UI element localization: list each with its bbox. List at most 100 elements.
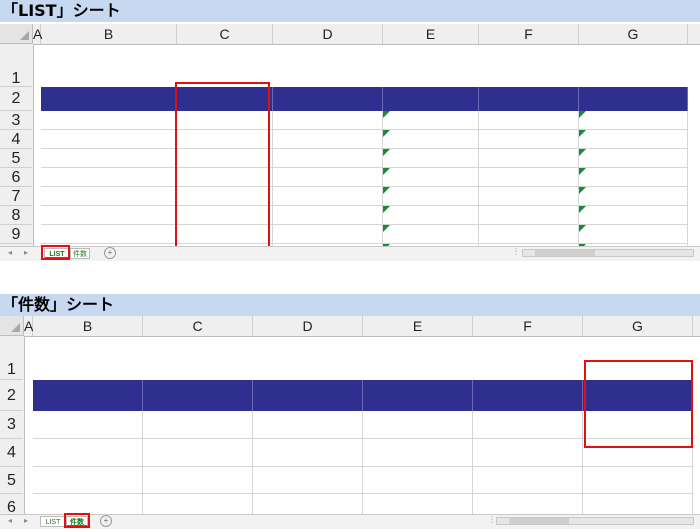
column-header-c[interactable]: C xyxy=(177,24,273,44)
select-all-corner-count[interactable] xyxy=(0,316,24,336)
empty-cell[interactable] xyxy=(253,494,363,514)
row-header-5[interactable]: 5 xyxy=(0,149,32,168)
column-header-g[interactable]: G xyxy=(583,316,693,336)
tab-scroll-right-icon-count[interactable]: ▸ xyxy=(24,516,28,525)
table-cell[interactable] xyxy=(579,206,688,225)
add-sheet-icon-count[interactable]: + xyxy=(100,515,112,527)
table-cell[interactable] xyxy=(177,225,273,244)
table-cell[interactable] xyxy=(479,168,579,187)
tab-scroll-left-icon[interactable]: ◂ xyxy=(8,248,12,257)
table-cell[interactable] xyxy=(273,206,383,225)
tab-count[interactable]: 件数 xyxy=(70,248,90,259)
table-cell[interactable] xyxy=(383,225,479,244)
table-cell[interactable] xyxy=(479,206,579,225)
tab-scroll-left-icon-count[interactable]: ◂ xyxy=(8,516,12,525)
tab-count-active[interactable]: 件数 xyxy=(66,516,88,527)
table-cell[interactable] xyxy=(579,149,688,168)
empty-cell[interactable] xyxy=(33,494,143,514)
tab-list[interactable]: LIST xyxy=(44,248,70,259)
empty-cell[interactable] xyxy=(33,467,143,494)
table-cell[interactable] xyxy=(383,130,479,149)
table-cell[interactable] xyxy=(383,168,479,187)
table-cell[interactable] xyxy=(473,411,583,439)
table-cell[interactable] xyxy=(579,168,688,187)
table-cell[interactable] xyxy=(273,168,383,187)
empty-cell[interactable] xyxy=(363,494,473,514)
table-cell[interactable] xyxy=(177,111,273,130)
table-cell[interactable] xyxy=(579,130,688,149)
table-cell[interactable] xyxy=(177,187,273,206)
table-cell[interactable] xyxy=(273,130,383,149)
table-cell[interactable] xyxy=(579,111,688,130)
empty-cell[interactable] xyxy=(473,467,583,494)
table-cell[interactable] xyxy=(363,411,473,439)
horizontal-scrollbar[interactable] xyxy=(522,249,694,257)
table-cell[interactable] xyxy=(383,206,479,225)
table-cell[interactable] xyxy=(383,187,479,206)
table-cell[interactable] xyxy=(177,130,273,149)
column-header-d[interactable]: D xyxy=(273,24,383,44)
row-header-1[interactable]: 1 xyxy=(0,336,23,380)
table-cell[interactable] xyxy=(177,206,273,225)
table-cell[interactable] xyxy=(273,111,383,130)
empty-cell[interactable] xyxy=(583,467,693,494)
column-header-e[interactable]: E xyxy=(383,24,479,44)
table-cell[interactable] xyxy=(41,187,177,206)
table-cell[interactable] xyxy=(41,168,177,187)
row-header-5[interactable]: 5 xyxy=(0,467,23,494)
table-cell[interactable] xyxy=(583,439,693,467)
table-cell[interactable] xyxy=(579,225,688,244)
row-header-1[interactable]: 1 xyxy=(0,44,32,87)
column-header-e[interactable]: E xyxy=(363,316,473,336)
table-cell[interactable] xyxy=(273,225,383,244)
column-header-f[interactable]: F xyxy=(473,316,583,336)
table-cell[interactable] xyxy=(479,149,579,168)
column-header-c[interactable]: C xyxy=(143,316,253,336)
empty-cell[interactable] xyxy=(253,467,363,494)
row-header-8[interactable]: 8 xyxy=(0,206,32,225)
table-cell[interactable] xyxy=(363,439,473,467)
empty-cell[interactable] xyxy=(473,494,583,514)
column-header-f[interactable]: F xyxy=(479,24,579,44)
row-header-4[interactable]: 4 xyxy=(0,439,23,467)
table-cell[interactable] xyxy=(177,149,273,168)
table-cell[interactable] xyxy=(41,111,177,130)
column-header-b[interactable]: B xyxy=(41,24,177,44)
table-cell[interactable] xyxy=(41,225,177,244)
row-header-3[interactable]: 3 xyxy=(0,111,32,130)
table-cell[interactable] xyxy=(273,187,383,206)
tab-list-count[interactable]: LIST xyxy=(40,516,66,527)
horizontal-scrollbar-count[interactable] xyxy=(496,517,694,525)
empty-cell[interactable] xyxy=(583,494,693,514)
tab-split-handle-icon[interactable]: ⋮ xyxy=(512,247,520,256)
row-header-7[interactable]: 7 xyxy=(0,187,32,206)
table-cell[interactable] xyxy=(177,168,273,187)
row-header-3[interactable]: 3 xyxy=(0,411,23,439)
row-header-6[interactable]: 6 xyxy=(0,168,32,187)
table-cell[interactable] xyxy=(41,130,177,149)
row-header-2[interactable]: 2 xyxy=(0,380,23,411)
empty-cell[interactable] xyxy=(143,494,253,514)
row-header-6[interactable]: 6 xyxy=(0,494,23,514)
table-cell[interactable] xyxy=(579,187,688,206)
table-cell[interactable] xyxy=(143,439,253,467)
select-all-corner[interactable] xyxy=(0,24,33,44)
table-cell[interactable] xyxy=(143,411,253,439)
column-header-g[interactable]: G xyxy=(579,24,688,44)
table-cell[interactable] xyxy=(273,149,383,168)
column-header-a[interactable]: A xyxy=(33,24,42,44)
table-cell[interactable] xyxy=(479,225,579,244)
table-cell[interactable] xyxy=(41,149,177,168)
table-cell[interactable] xyxy=(473,439,583,467)
table-cell[interactable] xyxy=(253,411,363,439)
column-header-b[interactable]: B xyxy=(33,316,143,336)
row-header-4[interactable]: 4 xyxy=(0,130,32,149)
table-cell[interactable] xyxy=(479,130,579,149)
empty-cell[interactable] xyxy=(143,467,253,494)
table-cell[interactable] xyxy=(33,439,143,467)
table-cell[interactable] xyxy=(583,411,693,439)
table-cell[interactable] xyxy=(383,111,479,130)
table-cell[interactable] xyxy=(479,111,579,130)
row-header-9[interactable]: 9 xyxy=(0,225,32,244)
table-cell[interactable] xyxy=(383,149,479,168)
